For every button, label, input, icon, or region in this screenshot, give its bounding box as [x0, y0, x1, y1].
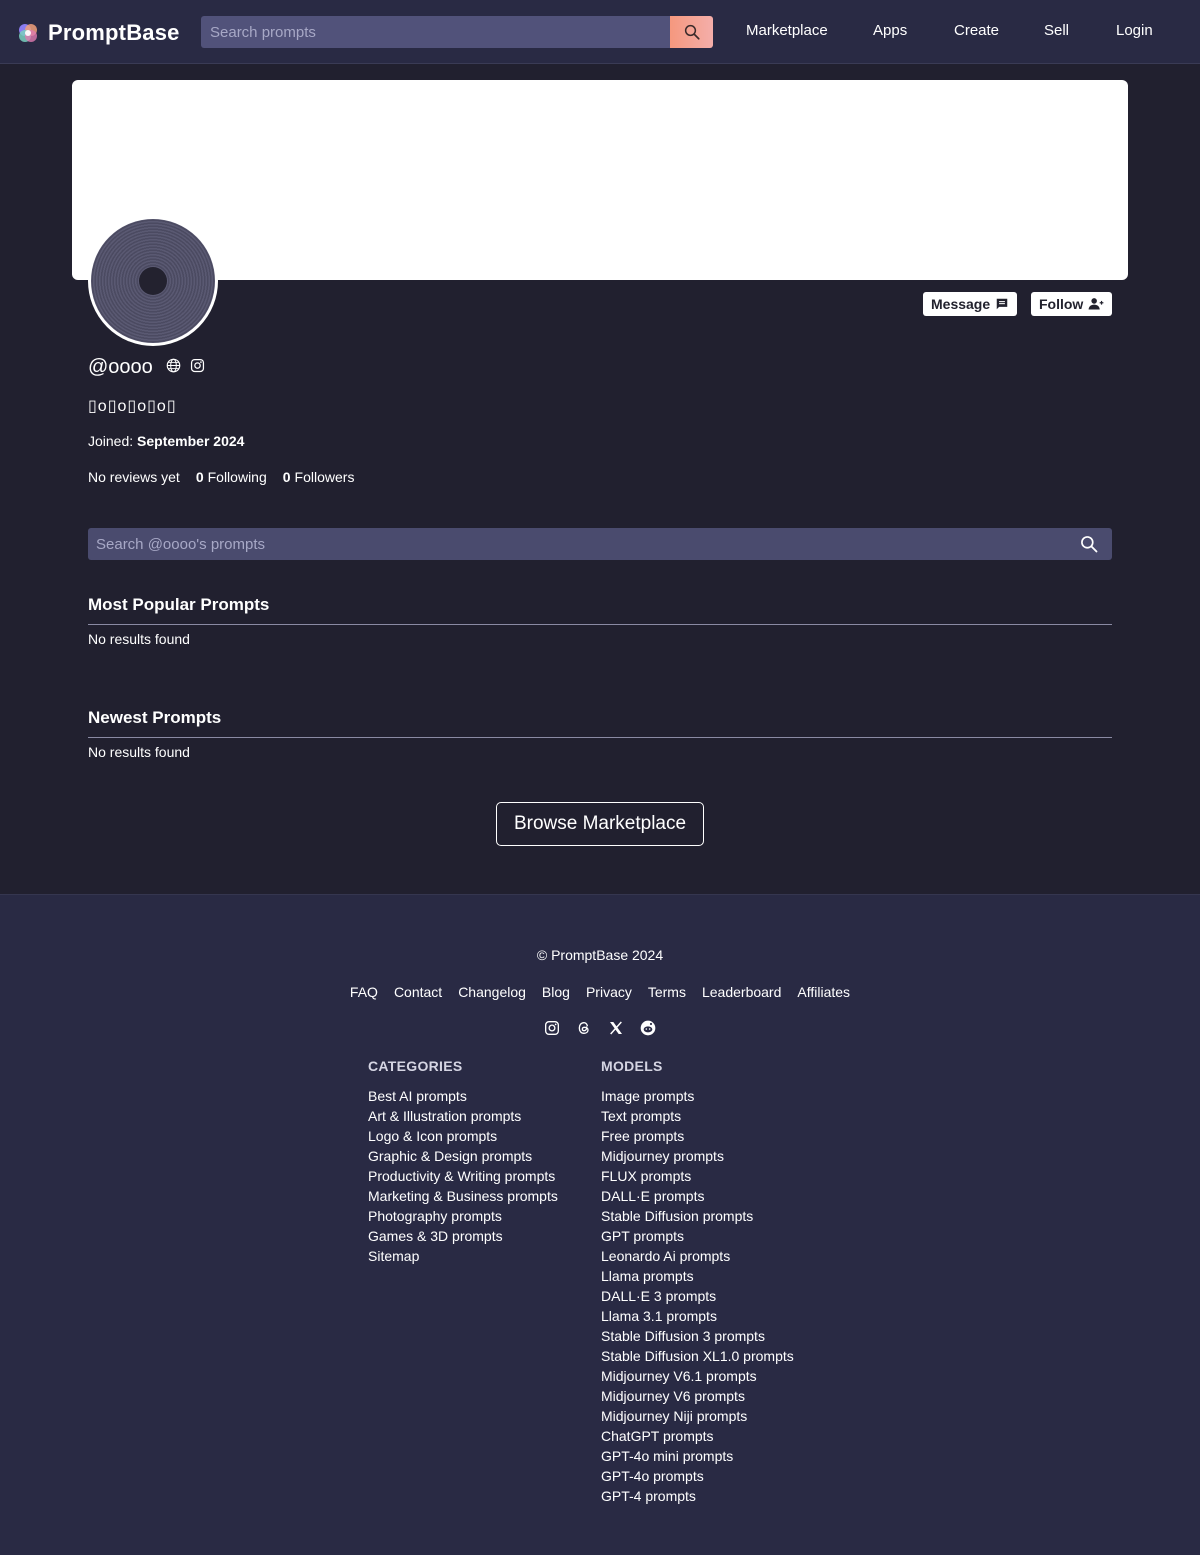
footer-link-affiliates[interactable]: Affiliates: [797, 984, 850, 1000]
top-navbar: PromptBase Marketplace Apps Create Sell …: [0, 0, 1200, 64]
footer-links: FAQ Contact Changelog Blog Privacy Terms…: [0, 984, 1200, 1000]
instagram-icon[interactable]: [544, 1020, 560, 1036]
sitemap-link[interactable]: Sitemap: [368, 1246, 558, 1266]
profile-links: [166, 358, 205, 373]
reddit-icon[interactable]: [640, 1020, 656, 1036]
profile-search-input[interactable]: [88, 528, 1066, 560]
following-link[interactable]: 0 Following: [196, 469, 267, 485]
avatar-center: [139, 267, 167, 295]
footer-link-faq[interactable]: FAQ: [350, 984, 378, 1000]
reviews-text: No reviews yet: [88, 469, 180, 485]
category-link[interactable]: Best AI prompts: [368, 1086, 558, 1106]
model-link[interactable]: GPT prompts: [601, 1226, 794, 1246]
nav-marketplace[interactable]: Marketplace: [746, 22, 828, 39]
followers-count: 0: [282, 469, 291, 485]
category-link[interactable]: Art & Illustration prompts: [368, 1106, 558, 1126]
model-link[interactable]: GPT-4o mini prompts: [601, 1446, 794, 1466]
joined-label: Joined:: [88, 433, 134, 449]
profile-joined: Joined: September 2024: [88, 433, 244, 449]
category-link[interactable]: Marketing & Business prompts: [368, 1186, 558, 1206]
model-link[interactable]: Stable Diffusion XL1.0 prompts: [601, 1346, 794, 1366]
main-nav: Marketplace Apps Create Sell Login: [0, 22, 1200, 44]
profile-search: [88, 528, 1112, 560]
newest-divider: [88, 737, 1112, 738]
model-link[interactable]: DALL·E 3 prompts: [601, 1286, 794, 1306]
model-link[interactable]: DALL·E prompts: [601, 1186, 794, 1206]
profile-username: @oooo: [88, 356, 153, 378]
model-link[interactable]: GPT-4o prompts: [601, 1466, 794, 1486]
category-link[interactable]: Photography prompts: [368, 1206, 558, 1226]
model-link[interactable]: Llama 3.1 prompts: [601, 1306, 794, 1326]
footer-link-leaderboard[interactable]: Leaderboard: [702, 984, 781, 1000]
model-link[interactable]: Midjourney prompts: [601, 1146, 794, 1166]
instagram-icon[interactable]: [190, 358, 205, 373]
model-link[interactable]: Free prompts: [601, 1126, 794, 1146]
footer-link-terms[interactable]: Terms: [648, 984, 686, 1000]
popular-prompts-title: Most Popular Prompts: [88, 595, 270, 614]
add-person-icon: [1088, 298, 1104, 310]
search-icon: [1081, 536, 1098, 553]
message-icon: [996, 298, 1008, 310]
footer-link-contact[interactable]: Contact: [394, 984, 442, 1000]
category-link[interactable]: Games & 3D prompts: [368, 1226, 558, 1246]
browse-marketplace-button[interactable]: Browse Marketplace: [496, 802, 704, 846]
footer-link-changelog[interactable]: Changelog: [458, 984, 526, 1000]
footer-socials: [0, 1020, 1200, 1036]
x-icon[interactable]: [608, 1020, 624, 1036]
popular-divider: [88, 624, 1112, 625]
model-link[interactable]: Stable Diffusion 3 prompts: [601, 1326, 794, 1346]
newest-prompts-title: Newest Prompts: [88, 708, 222, 727]
category-link[interactable]: Graphic & Design prompts: [368, 1146, 558, 1166]
avatar: [88, 216, 218, 346]
footer-link-blog[interactable]: Blog: [542, 984, 570, 1000]
threads-icon[interactable]: [576, 1020, 592, 1036]
footer-categories: CATEGORIES Best AI prompts Art & Illustr…: [368, 1058, 558, 1266]
model-link[interactable]: Image prompts: [601, 1086, 794, 1106]
footer-link-privacy[interactable]: Privacy: [586, 984, 632, 1000]
nav-login[interactable]: Login: [1116, 22, 1153, 39]
model-link[interactable]: Midjourney V6.1 prompts: [601, 1366, 794, 1386]
model-link[interactable]: FLUX prompts: [601, 1166, 794, 1186]
model-link[interactable]: Midjourney Niji prompts: [601, 1406, 794, 1426]
globe-icon[interactable]: [166, 358, 181, 373]
model-link[interactable]: Text prompts: [601, 1106, 794, 1126]
category-link[interactable]: Logo & Icon prompts: [368, 1126, 558, 1146]
copyright: © PromptBase 2024: [536, 947, 664, 963]
profile-banner: [72, 80, 1128, 280]
newest-empty-text: No results found: [88, 744, 190, 760]
popular-empty-text: No results found: [88, 631, 190, 647]
model-link[interactable]: Leonardo Ai prompts: [601, 1246, 794, 1266]
following-label: Following: [207, 469, 267, 485]
category-link[interactable]: Productivity & Writing prompts: [368, 1166, 558, 1186]
nav-sell[interactable]: Sell: [1044, 22, 1069, 39]
model-link[interactable]: GPT-4 prompts: [601, 1486, 794, 1506]
following-count: 0: [195, 469, 204, 485]
model-link[interactable]: Midjourney V6 prompts: [601, 1386, 794, 1406]
profile-search-button[interactable]: [1066, 528, 1112, 560]
message-button[interactable]: Message: [923, 292, 1018, 316]
message-button-label: Message: [931, 296, 991, 312]
profile-bio: ▯o▯o▯o▯o▯: [88, 398, 177, 415]
followers-label: Followers: [294, 469, 355, 485]
nav-apps[interactable]: Apps: [873, 22, 907, 39]
follow-button[interactable]: Follow: [1031, 292, 1113, 316]
profile-stats: No reviews yet 0 Following 0 Followers: [88, 469, 354, 485]
footer: © PromptBase 2024 FAQ Contact Changelog …: [0, 894, 1200, 1555]
categories-heading: CATEGORIES: [368, 1058, 463, 1074]
models-heading: MODELS: [601, 1058, 663, 1074]
followers-link[interactable]: 0 Followers: [283, 469, 355, 485]
model-link[interactable]: Stable Diffusion prompts: [601, 1206, 794, 1226]
joined-value: September 2024: [137, 433, 245, 449]
footer-models: MODELS Image prompts Text prompts Free p…: [601, 1058, 794, 1506]
model-link[interactable]: Llama prompts: [601, 1266, 794, 1286]
nav-create[interactable]: Create: [954, 22, 999, 39]
model-link[interactable]: ChatGPT prompts: [601, 1426, 794, 1446]
follow-button-label: Follow: [1039, 296, 1084, 312]
